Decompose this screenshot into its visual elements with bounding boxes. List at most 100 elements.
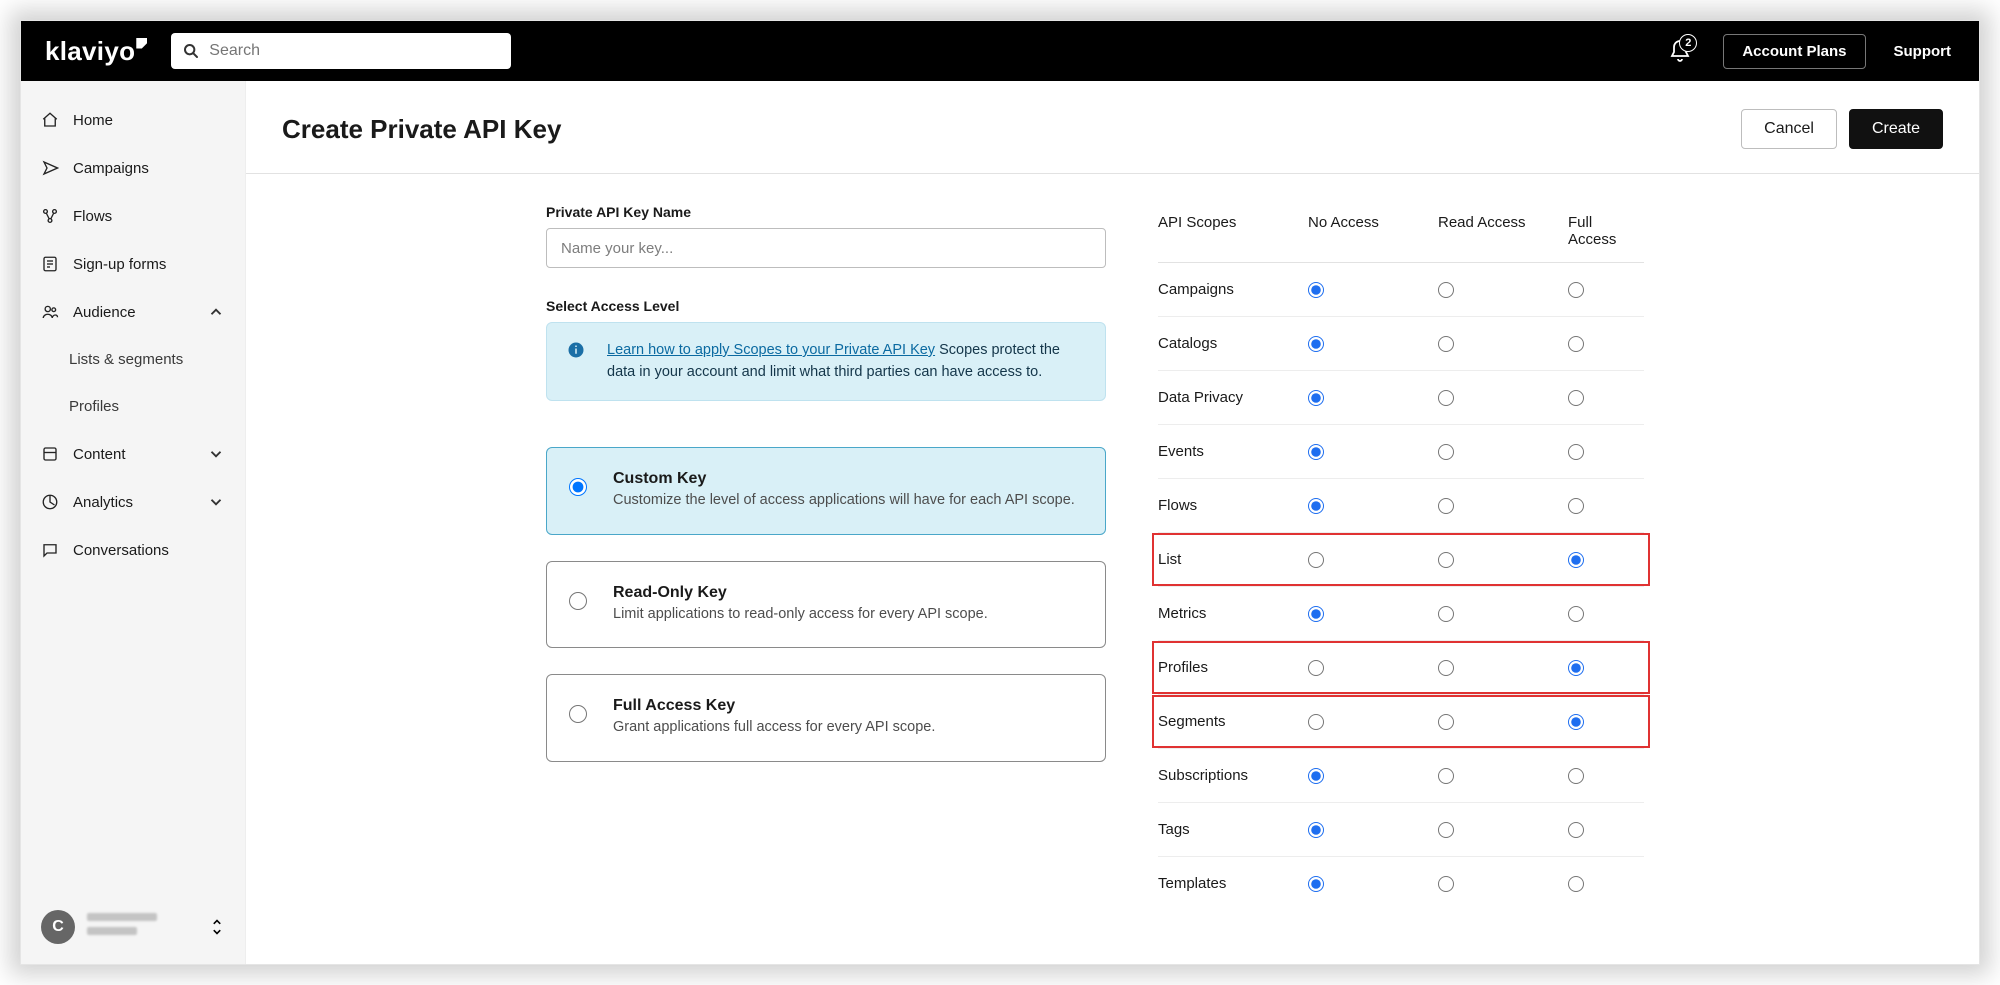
scope-cell-full [1568,552,1638,568]
scope-radio-no[interactable] [1308,660,1324,676]
scope-cell-read [1438,822,1568,838]
scope-name: Segments [1158,713,1308,730]
scope-radio-read[interactable] [1438,768,1454,784]
scope-radio-read[interactable] [1438,876,1454,892]
scope-cell-full [1568,282,1638,298]
notifications-badge: 2 [1679,34,1697,52]
scope-cell-full [1568,498,1638,514]
scope-cell-full [1568,336,1638,352]
scope-radio-read[interactable] [1438,390,1454,406]
scopes-learn-link[interactable]: Learn how to apply Scopes to your Privat… [607,342,935,358]
scope-radio-full[interactable] [1568,606,1584,622]
scope-radio-read[interactable] [1438,282,1454,298]
scope-row: Templates [1158,857,1644,910]
brand-logo: klaviyo [45,36,147,67]
scope-row: Tags [1158,803,1644,857]
level-readonly[interactable]: Read-Only Key Limit applications to read… [546,561,1106,649]
scope-radio-no[interactable] [1308,390,1324,406]
scope-radio-read[interactable] [1438,660,1454,676]
scope-cell-read [1438,336,1568,352]
level-readonly-radio[interactable] [569,592,587,610]
scope-radio-read[interactable] [1438,336,1454,352]
scope-row: Campaigns [1158,263,1644,317]
sidebar-item-label: Lists & segments [69,351,183,368]
cancel-button[interactable]: Cancel [1741,109,1837,149]
scope-radio-read[interactable] [1438,444,1454,460]
scope-radio-no[interactable] [1308,498,1324,514]
level-full-radio[interactable] [569,705,587,723]
app-window: klaviyo 2 Account Plans Support Home C [20,20,1980,965]
scope-radio-no[interactable] [1308,876,1324,892]
support-link[interactable]: Support [1890,43,1956,60]
sort-toggle-icon[interactable] [209,916,225,938]
scope-radio-no[interactable] [1308,552,1324,568]
scope-radio-full[interactable] [1568,660,1584,676]
scope-cell-full [1568,768,1638,784]
level-full[interactable]: Full Access Key Grant applications full … [546,674,1106,762]
scope-radio-no[interactable] [1308,768,1324,784]
scope-cell-no [1308,822,1438,838]
level-custom-radio[interactable] [569,478,587,496]
sidebar: Home Campaigns Flows Sign-up forms Audie… [21,81,246,964]
scopes-header: API Scopes No Access Read Access Full Ac… [1158,204,1644,263]
level-title: Custom Key [613,470,1077,488]
scopes-header-no: No Access [1308,214,1438,248]
sidebar-item-signup-forms[interactable]: Sign-up forms [21,241,245,287]
sidebar-user[interactable]: C [21,896,245,964]
scope-cell-no [1308,444,1438,460]
scopes-header-full: Full Access [1568,214,1638,248]
scope-radio-full[interactable] [1568,282,1584,298]
scope-radio-no[interactable] [1308,822,1324,838]
scope-radio-read[interactable] [1438,606,1454,622]
sidebar-item-lists-segments[interactable]: Lists & segments [21,337,245,382]
scope-row: Subscriptions [1158,749,1644,803]
scope-radio-full[interactable] [1568,390,1584,406]
account-plans-button[interactable]: Account Plans [1723,34,1865,69]
scope-cell-no [1308,876,1438,892]
sidebar-item-conversations[interactable]: Conversations [21,527,245,573]
scope-radio-full[interactable] [1568,336,1584,352]
level-custom[interactable]: Custom Key Customize the level of access… [546,447,1106,535]
scope-name: Subscriptions [1158,767,1308,784]
key-name-input[interactable] [546,228,1106,268]
create-button[interactable]: Create [1849,109,1943,149]
scope-radio-full[interactable] [1568,768,1584,784]
scope-row: Metrics [1158,587,1644,641]
scope-radio-read[interactable] [1438,822,1454,838]
sidebar-item-profiles[interactable]: Profiles [21,384,245,429]
sidebar-user-text [87,913,197,941]
sidebar-item-flows[interactable]: Flows [21,193,245,239]
scope-radio-no[interactable] [1308,714,1324,730]
sidebar-item-analytics[interactable]: Analytics [21,479,245,525]
sidebar-item-audience[interactable]: Audience [21,289,245,335]
scope-cell-full [1568,822,1638,838]
scope-radio-full[interactable] [1568,444,1584,460]
scope-radio-full[interactable] [1568,552,1584,568]
scope-radio-full[interactable] [1568,498,1584,514]
scope-cell-full [1568,660,1638,676]
sidebar-item-content[interactable]: Content [21,431,245,477]
below-topbar: Home Campaigns Flows Sign-up forms Audie… [21,81,1979,964]
scope-radio-read[interactable] [1438,552,1454,568]
scope-radio-full[interactable] [1568,876,1584,892]
scope-radio-full[interactable] [1568,714,1584,730]
page-title: Create Private API Key [282,114,561,145]
sidebar-item-campaigns[interactable]: Campaigns [21,145,245,191]
scope-radio-no[interactable] [1308,444,1324,460]
scope-cell-read [1438,714,1568,730]
scope-radio-read[interactable] [1438,714,1454,730]
scope-cell-no [1308,390,1438,406]
notifications-button[interactable]: 2 [1661,32,1699,70]
scope-radio-no[interactable] [1308,282,1324,298]
scope-radio-no[interactable] [1308,606,1324,622]
scope-cell-full [1568,876,1638,892]
search-input[interactable] [209,42,499,60]
sidebar-item-home[interactable]: Home [21,97,245,143]
avatar: C [41,910,75,944]
scope-radio-read[interactable] [1438,498,1454,514]
conversations-icon [41,541,59,559]
global-search[interactable] [171,33,511,69]
scope-radio-no[interactable] [1308,336,1324,352]
scope-radio-full[interactable] [1568,822,1584,838]
scopes-header-read: Read Access [1438,214,1568,248]
